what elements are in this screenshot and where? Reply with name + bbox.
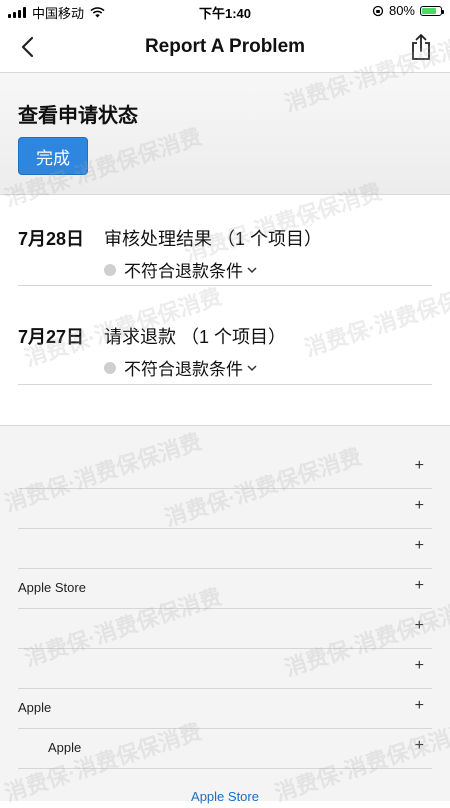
orientation-lock-icon <box>372 5 384 16</box>
footer-row[interactable]: + <box>18 608 432 649</box>
apple-store-link[interactable]: Apple Store <box>0 789 450 804</box>
footer-row[interactable]: Apple + <box>18 728 432 769</box>
footer-row[interactable]: + <box>18 488 432 529</box>
plus-icon[interactable]: + <box>415 617 424 635</box>
status-bar: 中国移动 下午1:40 80% <box>0 0 450 22</box>
request-date: 7月28日 <box>18 229 85 249</box>
plus-icon[interactable]: + <box>415 657 424 675</box>
footer-row-label: Apple Store <box>18 580 86 595</box>
request-status[interactable]: 不符合退款条件 <box>104 355 257 380</box>
status-heading: 查看申请状态 <box>18 105 138 127</box>
plus-icon[interactable]: + <box>415 537 424 555</box>
request-title: 审核处理结果 （1 个项目） <box>104 229 323 249</box>
request-list: 7月28日 审核处理结果 （1 个项目） 不符合退款条件 7月27日 请求退款 … <box>0 195 450 425</box>
page-title: Report A Problem <box>144 36 306 57</box>
plus-icon[interactable]: + <box>415 697 424 715</box>
footer-row[interactable]: + <box>18 528 432 569</box>
request-status-label: 不符合退款条件 <box>124 360 243 379</box>
footer-row[interactable]: + <box>18 648 432 689</box>
status-dot-icon <box>104 361 116 374</box>
status-right: 80% <box>372 3 444 18</box>
footer-row-label: Apple <box>48 740 82 755</box>
footer-links-area: + + + Apple Store + + + Apple + Apple + … <box>0 425 450 804</box>
footer-row-label: Apple <box>18 700 52 715</box>
footer-row[interactable]: Apple + <box>18 688 432 729</box>
chevron-down-icon <box>247 266 257 273</box>
done-button[interactable]: 完成 <box>18 137 88 175</box>
request-date: 7月27日 <box>18 327 85 347</box>
battery-percent: 80% <box>388 3 415 18</box>
request-row[interactable]: 7月28日 审核处理结果 （1 个项目） 不符合退款条件 <box>18 225 432 286</box>
plus-icon[interactable]: + <box>415 457 424 475</box>
navigation-bar: Report A Problem <box>0 22 450 73</box>
plus-icon[interactable]: + <box>415 737 424 755</box>
status-dot-icon <box>104 263 116 276</box>
footer-row[interactable]: Apple Store + <box>18 568 432 609</box>
share-icon[interactable] <box>408 32 434 62</box>
battery-fill <box>422 7 437 14</box>
plus-icon[interactable]: + <box>415 497 424 515</box>
footer-row[interactable]: + <box>18 448 432 489</box>
request-row[interactable]: 7月27日 请求退款 （1 个项目） 不符合退款条件 <box>18 323 432 385</box>
battery-tip <box>442 9 444 14</box>
chevron-down-icon <box>247 364 257 371</box>
request-status-label: 不符合退款条件 <box>124 262 243 281</box>
request-status[interactable]: 不符合退款条件 <box>104 257 257 282</box>
request-title: 请求退款 （1 个项目） <box>104 327 287 347</box>
battery-icon <box>420 5 444 16</box>
plus-icon[interactable]: + <box>415 577 424 595</box>
request-status-panel: 查看申请状态 完成 <box>0 73 450 195</box>
